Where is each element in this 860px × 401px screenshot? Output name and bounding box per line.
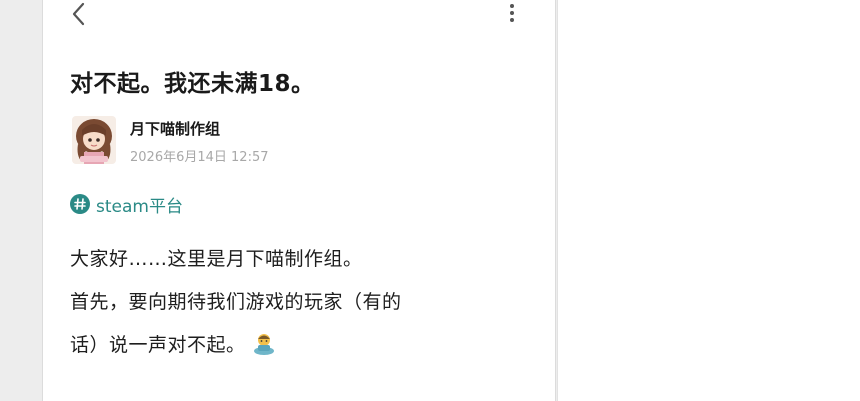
topic-tag-label: steam平台 xyxy=(96,196,183,217)
post-body-line-text: 话）说一声对不起。 xyxy=(70,334,246,356)
post-body-line: 话）说一声对不起。 xyxy=(70,330,276,357)
left-gutter xyxy=(0,0,42,401)
person-bowing-emoji xyxy=(253,334,274,355)
right-panel xyxy=(557,0,860,401)
author-avatar[interactable] xyxy=(72,116,116,164)
more-options-button[interactable] xyxy=(500,2,524,26)
chevron-left-icon xyxy=(72,2,85,26)
post-body-line: 大家好……这里是月下喵制作组。 xyxy=(70,248,363,270)
post-body-line: 首先，要向期待我们游戏的玩家（有的 xyxy=(70,291,402,313)
back-button[interactable] xyxy=(66,0,92,28)
post-title: 对不起。我还未满18。 xyxy=(70,71,315,97)
author-name[interactable]: 月下喵制作组 xyxy=(130,118,220,139)
hashtag-icon xyxy=(70,194,90,214)
topic-tag[interactable]: steam平台 xyxy=(70,192,183,217)
post-date: 2026年6月14日 12:57 xyxy=(130,150,269,165)
more-vertical-icon xyxy=(510,4,514,22)
